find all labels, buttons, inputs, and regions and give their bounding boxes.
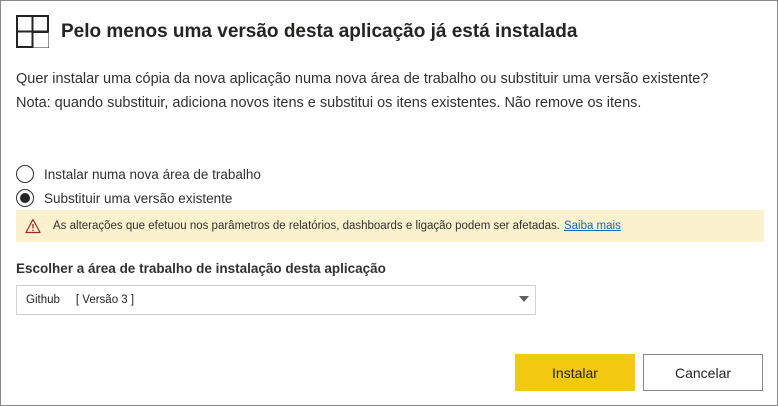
workspace-dropdown[interactable]: Github [ Versão 3 ]	[16, 285, 536, 315]
warning-banner: As alterações que efetuou nos parâmetros…	[16, 210, 764, 242]
install-options: Instalar numa nova área de trabalho Subs…	[16, 162, 261, 210]
dialog-title: Pelo menos uma versão desta aplicação já…	[61, 20, 578, 42]
description-line-2: Nota: quando substituir, adiciona novos …	[16, 95, 642, 111]
radio-new-workspace[interactable]	[16, 165, 34, 183]
warning-icon	[25, 218, 41, 234]
learn-more-link[interactable]: Saiba mais	[564, 220, 621, 232]
radio-replace-version[interactable]	[16, 189, 34, 207]
workspace-name: Github	[26, 294, 60, 306]
install-button[interactable]: Instalar	[515, 354, 635, 391]
cancel-button[interactable]: Cancelar	[643, 354, 763, 391]
option-new-workspace[interactable]: Instalar numa nova área de trabalho	[16, 162, 261, 186]
description-line-1: Quer instalar uma cópia da nova aplicaçã…	[16, 71, 709, 87]
install-app-dialog: Pelo menos uma versão desta aplicação já…	[0, 0, 778, 406]
chevron-down-icon[interactable]	[519, 296, 529, 302]
app-grid-icon	[16, 15, 49, 48]
option-label: Instalar numa nova área de trabalho	[44, 166, 261, 182]
workspace-version: [ Versão 3 ]	[75, 294, 135, 306]
option-replace-version[interactable]: Substituir uma versão existente	[16, 186, 261, 210]
dialog-header: Pelo menos uma versão desta aplicação já…	[16, 15, 577, 48]
dialog-description: Quer instalar uma cópia da nova aplicaçã…	[16, 67, 766, 115]
option-label: Substituir uma versão existente	[44, 190, 233, 206]
workspace-label: Escolher a área de trabalho de instalaçã…	[16, 261, 386, 276]
warning-text: As alterações que efetuou nos parâmetros…	[53, 220, 560, 232]
